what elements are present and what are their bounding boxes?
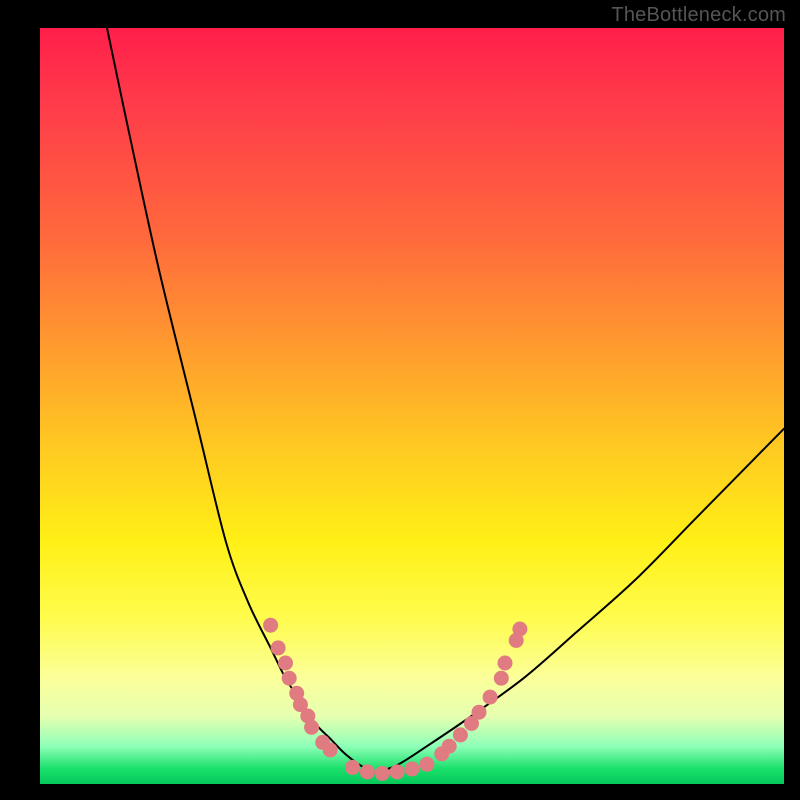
marker-bottom-5 xyxy=(419,757,434,772)
marker-left-2 xyxy=(278,656,293,671)
watermark-text: TheBottleneck.com xyxy=(611,4,786,27)
marker-right-4 xyxy=(472,705,487,720)
marker-bottom-1 xyxy=(360,764,375,779)
marker-bottom-3 xyxy=(390,764,405,779)
marker-bottom-4 xyxy=(405,761,420,776)
plot-area xyxy=(40,28,784,784)
data-markers xyxy=(263,618,527,781)
marker-right-2 xyxy=(453,727,468,742)
right-curve-line xyxy=(375,429,784,773)
marker-left-0 xyxy=(263,618,278,633)
marker-bottom-2 xyxy=(375,766,390,781)
marker-left-7 xyxy=(304,720,319,735)
marker-left-1 xyxy=(271,640,286,655)
left-curve-line xyxy=(107,28,375,773)
marker-right-7 xyxy=(498,656,513,671)
marker-right-9 xyxy=(512,622,527,637)
marker-right-1 xyxy=(442,739,457,754)
marker-right-5 xyxy=(483,690,498,705)
chart-frame: TheBottleneck.com xyxy=(0,0,800,800)
chart-svg xyxy=(40,28,784,784)
marker-left-3 xyxy=(282,671,297,686)
marker-left-9 xyxy=(323,743,338,758)
marker-bottom-0 xyxy=(345,760,360,775)
marker-right-6 xyxy=(494,671,509,686)
